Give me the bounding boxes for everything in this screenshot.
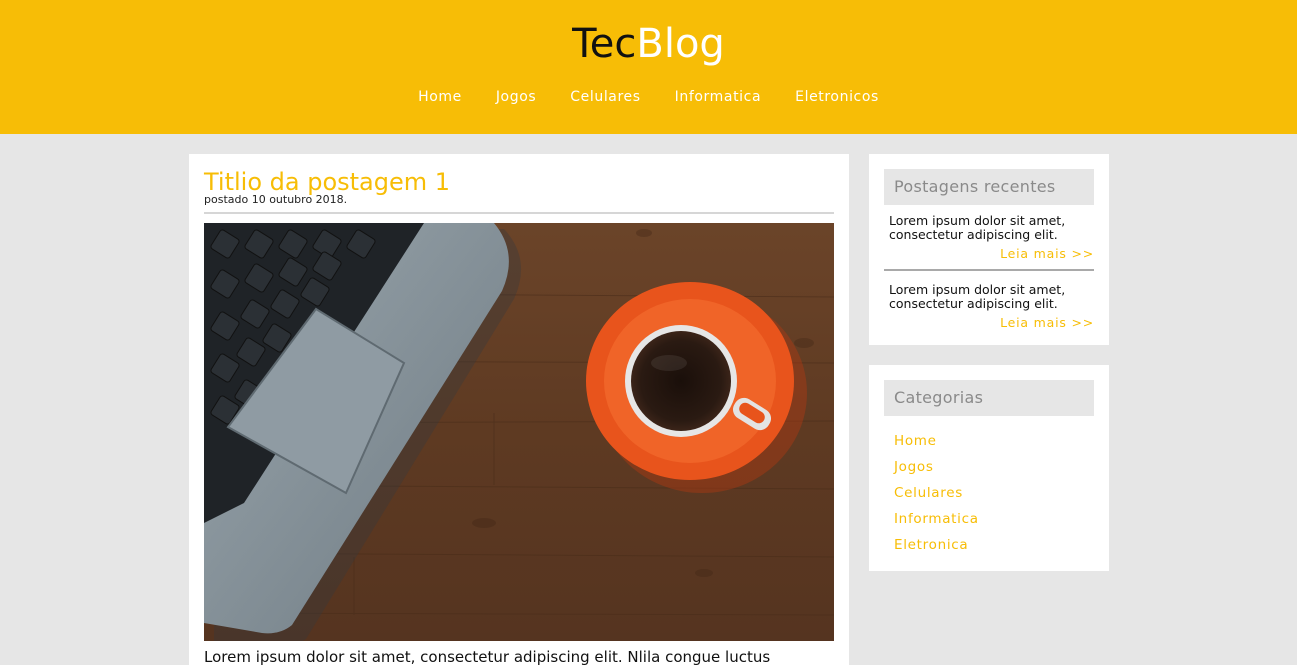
categories-heading: Categorias <box>884 380 1094 416</box>
recent-posts-heading: Postagens recentes <box>884 169 1094 205</box>
post-divider <box>204 212 834 214</box>
post-excerpt: Lorem ipsum dolor sit amet, consectetur … <box>204 648 771 665</box>
main-nav: Home Jogos Celulares Informatica Eletron… <box>0 86 1297 108</box>
recent-divider <box>884 269 1094 271</box>
recent-post-text: Lorem ipsum dolor sit amet, consectetur … <box>889 282 1066 311</box>
nav-home[interactable]: Home <box>418 86 462 108</box>
post-card: Titlio da postagem 1 postado 10 outubro … <box>189 154 849 665</box>
nav-informatica[interactable]: Informatica <box>675 86 761 108</box>
category-home[interactable]: Home <box>894 428 979 454</box>
recent-post-text: Lorem ipsum dolor sit amet, consectetur … <box>889 213 1066 242</box>
categories-list: Home Jogos Celulares Informatica Eletron… <box>894 428 979 558</box>
post-date: postado 10 outubro 2018. <box>204 193 348 206</box>
logo-blog: Blog <box>636 21 725 67</box>
recent-posts-widget: Postagens recentes Lorem ipsum dolor sit… <box>869 154 1109 345</box>
nav-eletronicos[interactable]: Eletronicos <box>795 86 879 108</box>
nav-jogos[interactable]: Jogos <box>496 86 536 108</box>
recent-post-item: Lorem ipsum dolor sit amet, consectetur … <box>884 214 1094 262</box>
read-more-link[interactable]: Leia mais >> <box>884 315 1094 331</box>
category-jogos[interactable]: Jogos <box>894 454 979 480</box>
site-logo[interactable]: TecBlog <box>0 18 1297 70</box>
recent-post-item: Lorem ipsum dolor sit amet, consectetur … <box>884 283 1094 331</box>
read-more-link[interactable]: Leia mais >> <box>884 246 1094 262</box>
logo-tec: Tec <box>572 21 637 67</box>
category-eletronica[interactable]: Eletronica <box>894 532 979 558</box>
nav-celulares[interactable]: Celulares <box>570 86 640 108</box>
category-informatica[interactable]: Informatica <box>894 506 979 532</box>
category-celulares[interactable]: Celulares <box>894 480 979 506</box>
post-image <box>204 223 834 641</box>
categories-widget: Categorias Home Jogos Celulares Informat… <box>869 365 1109 571</box>
site-header: TecBlog Home Jogos Celulares Informatica… <box>0 0 1297 134</box>
